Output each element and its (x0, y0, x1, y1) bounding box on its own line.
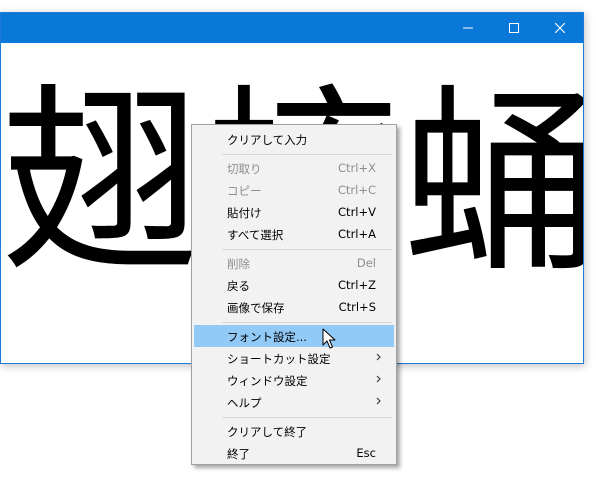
menu-item-label: 貼付け (227, 206, 262, 220)
menu-item-label: 画像で保存 (227, 301, 285, 315)
menu-item-save-image[interactable]: 画像で保存 Ctrl+S (194, 296, 394, 318)
menu-separator (222, 322, 392, 323)
screen: 翅蟀蛹蝣 クリアして入力 切取り Ctrl+X コピー Ctrl+C 貼付け C… (0, 0, 596, 482)
maximize-button[interactable] (491, 13, 537, 43)
close-button[interactable] (537, 13, 583, 43)
menu-separator (222, 249, 392, 250)
menu-item-label: ヘルプ (227, 396, 262, 410)
menu-separator (222, 417, 392, 418)
title-bar[interactable] (1, 13, 583, 43)
submenu-arrow-icon (376, 397, 381, 405)
mouse-cursor-icon (322, 328, 336, 349)
menu-item-label: 戻る (227, 279, 250, 293)
menu-item-label: 終了 (227, 447, 250, 461)
menu-item-shortcut-settings[interactable]: ショートカット設定 (194, 347, 394, 369)
menu-item-shortcut: Ctrl+C (337, 183, 376, 197)
menu-item-help[interactable]: ヘルプ (194, 391, 394, 413)
menu-item-shortcut: Esc (356, 446, 376, 460)
menu-item-label: コピー (227, 184, 262, 198)
menu-item-label: ショートカット設定 (227, 352, 331, 366)
menu-item-window-settings[interactable]: ウィンドウ設定 (194, 369, 394, 391)
menu-item-label: 切取り (227, 162, 262, 176)
menu-item-copy[interactable]: コピー Ctrl+C (194, 179, 394, 201)
submenu-arrow-icon (376, 375, 381, 383)
close-icon (555, 23, 565, 33)
context-menu: クリアして入力 切取り Ctrl+X コピー Ctrl+C 貼付け Ctrl+V… (191, 124, 397, 465)
menu-item-paste[interactable]: 貼付け Ctrl+V (194, 201, 394, 223)
maximize-icon (509, 23, 519, 33)
menu-separator (222, 154, 392, 155)
submenu-arrow-icon (376, 353, 381, 361)
menu-item-label: クリアして終了 (227, 425, 308, 439)
menu-item-exit[interactable]: 終了 Esc (194, 442, 394, 464)
menu-item-undo[interactable]: 戻る Ctrl+Z (194, 274, 394, 296)
menu-item-label: ウィンドウ設定 (227, 374, 308, 388)
menu-item-clear-and-exit[interactable]: クリアして終了 (194, 420, 394, 442)
menu-item-label: フォント設定... (227, 330, 307, 344)
menu-item-shortcut: Ctrl+X (338, 161, 376, 175)
menu-item-clear-input[interactable]: クリアして入力 (194, 128, 394, 150)
menu-item-cut[interactable]: 切取り Ctrl+X (194, 157, 394, 179)
menu-item-delete[interactable]: 削除 Del (194, 252, 394, 274)
menu-item-shortcut: Ctrl+S (338, 300, 376, 314)
menu-item-shortcut: Del (356, 256, 376, 270)
minimize-icon (463, 27, 473, 29)
menu-item-label: クリアして入力 (227, 133, 308, 147)
menu-item-shortcut: Ctrl+A (338, 227, 376, 241)
menu-item-label: 削除 (227, 257, 250, 271)
menu-item-shortcut: Ctrl+Z (338, 278, 376, 292)
menu-item-select-all[interactable]: すべて選択 Ctrl+A (194, 223, 394, 245)
menu-item-font-settings[interactable]: フォント設定... (194, 325, 394, 347)
menu-item-label: すべて選択 (227, 228, 284, 242)
menu-item-shortcut: Ctrl+V (338, 205, 376, 219)
minimize-button[interactable] (445, 13, 491, 43)
